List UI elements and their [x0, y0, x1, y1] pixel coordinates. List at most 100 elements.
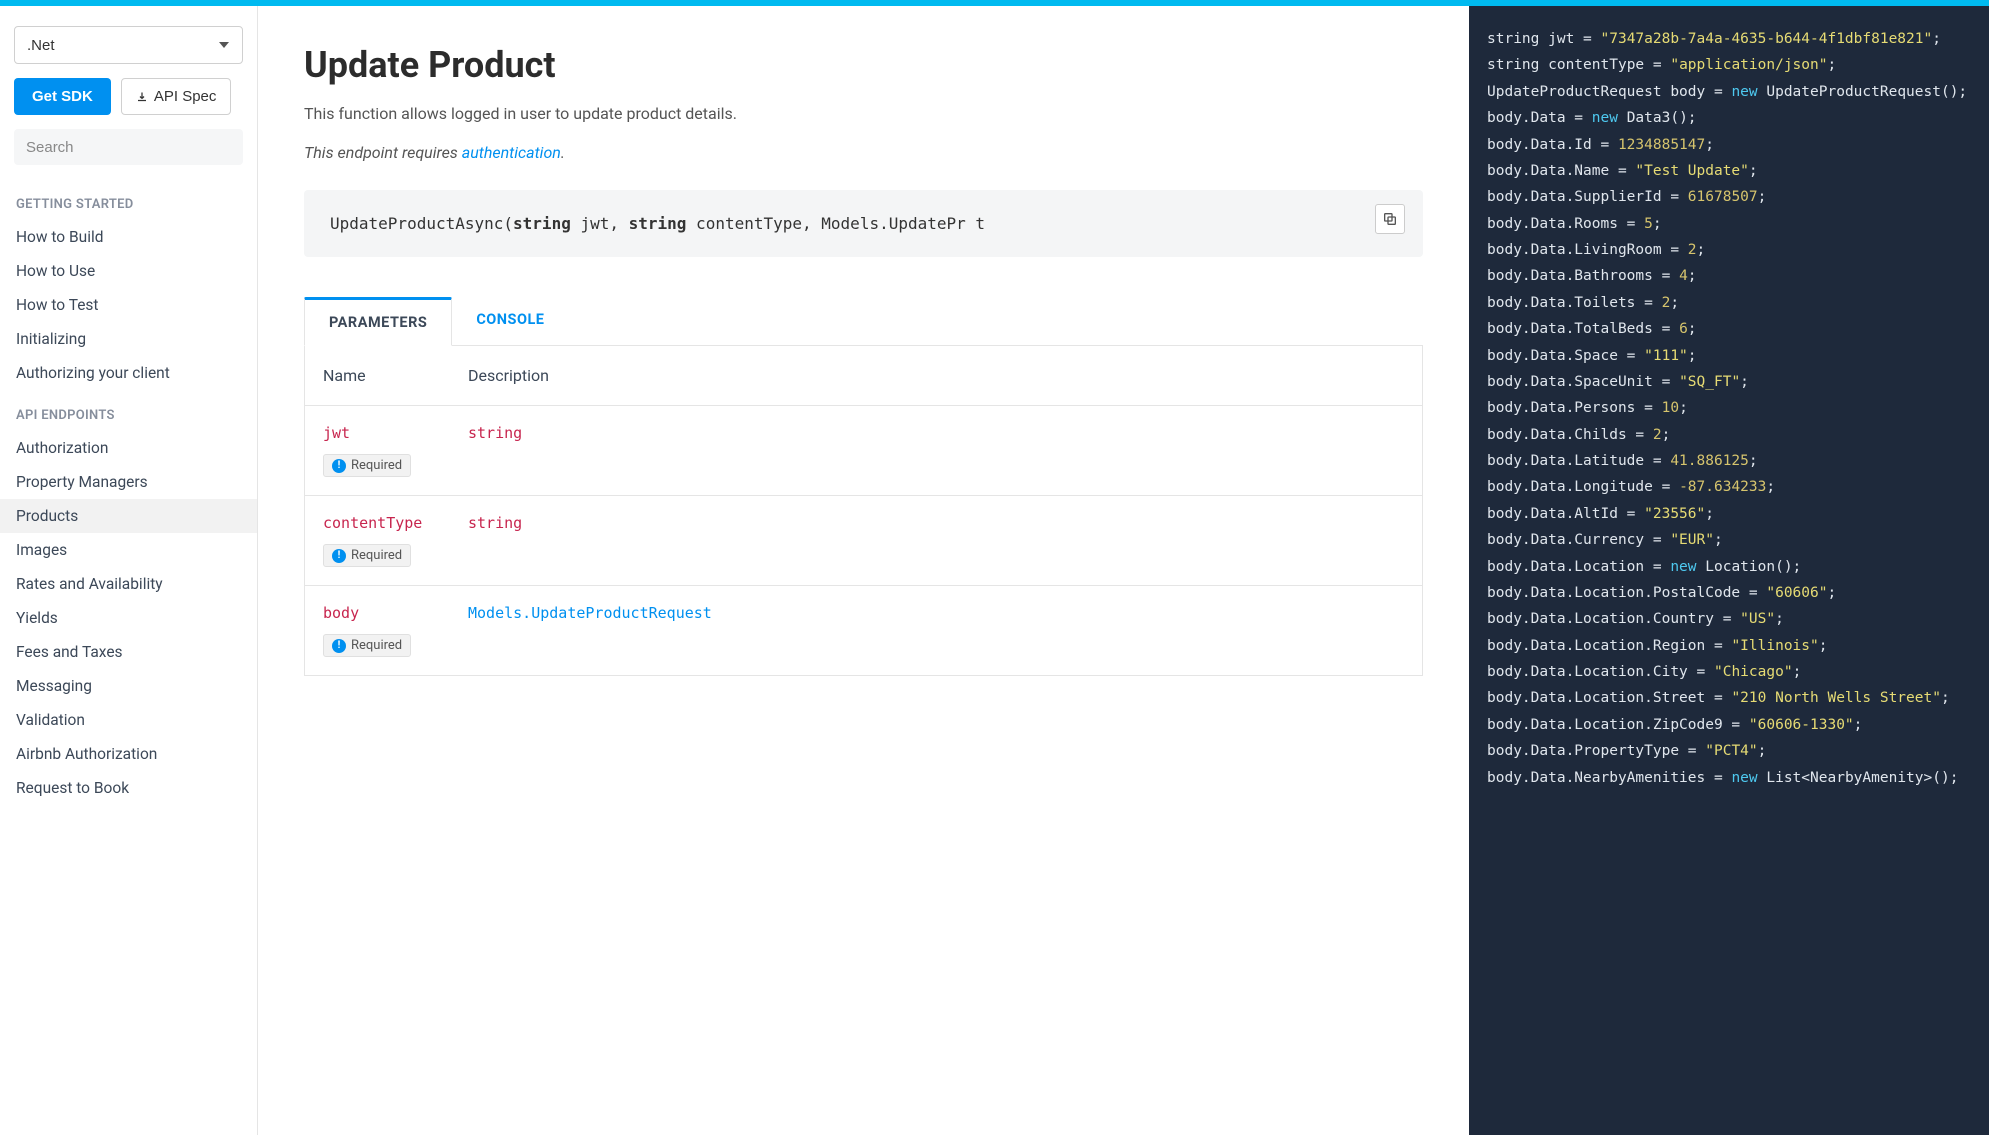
copy-icon	[1382, 211, 1398, 227]
param-type: string	[468, 424, 522, 442]
required-badge: ! Required	[323, 454, 411, 477]
app-layout: .Net Get SDK API Spec GETTING STARTED Ho…	[0, 6, 1989, 1135]
sidebar-controls: .Net Get SDK API Spec	[0, 26, 257, 179]
required-label: Required	[351, 548, 402, 563]
table-row: body! Required Models.UpdateProductRequest	[305, 586, 1422, 675]
code-line: body.Data.Name = "Test Update";	[1487, 158, 1989, 184]
code-line: body.Data.SpaceUnit = "SQ_FT";	[1487, 369, 1989, 395]
code-line: body.Data.Longitude = -87.634233;	[1487, 474, 1989, 500]
code-line: body.Data.Location.Street = "210 North W…	[1487, 685, 1989, 711]
sidebar-item[interactable]: Property Managers	[0, 465, 257, 499]
required-badge: ! Required	[323, 544, 411, 567]
code-line: body.Data.Location.Country = "US";	[1487, 606, 1989, 632]
page-title: Update Product	[304, 44, 1423, 86]
code-line: body.Data.Space = "111";	[1487, 343, 1989, 369]
sidebar: .Net Get SDK API Spec GETTING STARTED Ho…	[0, 6, 258, 1135]
code-line: body.Data.Location.PostalCode = "60606";	[1487, 580, 1989, 606]
main-content: Update Product This function allows logg…	[258, 6, 1469, 1135]
sidebar-item[interactable]: Images	[0, 533, 257, 567]
param-name: jwt	[323, 424, 468, 442]
sidebar-item[interactable]: How to Build	[0, 220, 257, 254]
code-line: body.Data.Persons = 10;	[1487, 395, 1989, 421]
code-line: body.Data.Id = 1234885147;	[1487, 132, 1989, 158]
tab-console[interactable]: CONSOLE	[452, 297, 568, 345]
auth-note-suffix: .	[561, 143, 565, 162]
download-icon	[136, 91, 148, 103]
sidebar-item[interactable]: Authorizing your client	[0, 356, 257, 390]
param-name: contentType	[323, 514, 468, 532]
getting-started-list: How to BuildHow to UseHow to TestInitial…	[0, 220, 257, 390]
code-line: body.Data.SupplierId = 61678507;	[1487, 184, 1989, 210]
code-line: body.Data.LivingRoom = 2;	[1487, 237, 1989, 263]
sidebar-heading-api-endpoints: API ENDPOINTS	[0, 390, 257, 431]
sidebar-item[interactable]: Products	[0, 499, 257, 533]
sidebar-item[interactable]: How to Use	[0, 254, 257, 288]
code-line: body.Data.NearbyAmenities = new List<Nea…	[1487, 765, 1989, 791]
sidebar-item[interactable]: Rates and Availability	[0, 567, 257, 601]
code-line: body.Data = new Data3();	[1487, 105, 1989, 131]
code-line: body.Data.Toilets = 2;	[1487, 290, 1989, 316]
code-line: string jwt = "7347a28b-7a4a-4635-b644-4f…	[1487, 26, 1989, 52]
sidebar-heading-getting-started: GETTING STARTED	[0, 179, 257, 220]
sidebar-item[interactable]: Request to Book	[0, 771, 257, 805]
sdk-select[interactable]: .Net	[14, 26, 243, 64]
sdk-select-wrap: .Net	[14, 26, 243, 64]
auth-link[interactable]: authentication	[462, 143, 561, 162]
code-line: body.Data.Location = new Location();	[1487, 554, 1989, 580]
param-name-cell: contentType! Required	[323, 514, 468, 567]
table-row: jwt! Required string	[305, 406, 1422, 496]
api-spec-button[interactable]: API Spec	[121, 78, 232, 115]
signature-box: UpdateProductAsync(string jwt, string co…	[304, 190, 1423, 257]
sidebar-item[interactable]: Yields	[0, 601, 257, 635]
required-label: Required	[351, 458, 402, 473]
required-label: Required	[351, 638, 402, 653]
search-input[interactable]	[14, 129, 243, 165]
code-line: body.Data.Location.ZipCode9 = "60606-133…	[1487, 712, 1989, 738]
code-line: body.Data.Latitude = 41.886125;	[1487, 448, 1989, 474]
info-icon: !	[332, 549, 346, 563]
code-line: body.Data.PropertyType = "PCT4";	[1487, 738, 1989, 764]
col-header-description: Description	[468, 366, 1404, 385]
code-line: body.Data.Bathrooms = 4;	[1487, 263, 1989, 289]
params-body: jwt!RequiredstringcontentType!Requiredst…	[305, 406, 1422, 675]
param-name: body	[323, 604, 468, 622]
required-badge: ! Required	[323, 634, 411, 657]
code-line: body.Data.Location.Region = "Illinois";	[1487, 633, 1989, 659]
sidebar-button-row: Get SDK API Spec	[14, 78, 243, 115]
api-spec-label: API Spec	[154, 88, 217, 105]
param-name-cell: body! Required	[323, 604, 468, 657]
code-line: UpdateProductRequest body = new UpdatePr…	[1487, 79, 1989, 105]
page-description: This function allows logged in user to u…	[304, 104, 1423, 123]
code-line: body.Data.Rooms = 5;	[1487, 211, 1989, 237]
table-row: contentType! Required string	[305, 496, 1422, 586]
copy-button[interactable]	[1375, 204, 1405, 234]
params-header: Name Description	[305, 346, 1422, 406]
parameters-table: Name Description jwt!Requiredstringconte…	[304, 346, 1423, 676]
code-line: body.Data.AltId = "23556";	[1487, 501, 1989, 527]
sidebar-item[interactable]: How to Test	[0, 288, 257, 322]
tabs: PARAMETERS CONSOLE	[304, 297, 1423, 346]
sidebar-item[interactable]: Authorization	[0, 431, 257, 465]
code-panel[interactable]: string jwt = "7347a28b-7a4a-4635-b644-4f…	[1469, 6, 1989, 1135]
sidebar-item[interactable]: Messaging	[0, 669, 257, 703]
tab-parameters[interactable]: PARAMETERS	[304, 297, 452, 346]
get-sdk-button[interactable]: Get SDK	[14, 78, 111, 115]
auth-note: This endpoint requires authentication.	[304, 143, 1423, 162]
signature-text: UpdateProductAsync(string jwt, string co…	[330, 214, 985, 233]
col-header-name: Name	[323, 366, 468, 385]
sidebar-item[interactable]: Validation	[0, 703, 257, 737]
info-icon: !	[332, 459, 346, 473]
param-type: string	[468, 514, 522, 532]
code-line: body.Data.TotalBeds = 6;	[1487, 316, 1989, 342]
api-endpoints-list: AuthorizationProperty ManagersProductsIm…	[0, 431, 257, 805]
param-name-cell: jwt! Required	[323, 424, 468, 477]
auth-note-prefix: This endpoint requires	[304, 143, 462, 162]
info-icon: !	[332, 639, 346, 653]
code-line: body.Data.Childs = 2;	[1487, 422, 1989, 448]
param-type[interactable]: Models.UpdateProductRequest	[468, 604, 712, 622]
sidebar-item[interactable]: Airbnb Authorization	[0, 737, 257, 771]
sidebar-item[interactable]: Initializing	[0, 322, 257, 356]
sidebar-item[interactable]: Fees and Taxes	[0, 635, 257, 669]
code-line: body.Data.Location.City = "Chicago";	[1487, 659, 1989, 685]
code-line: string contentType = "application/json";	[1487, 52, 1989, 78]
